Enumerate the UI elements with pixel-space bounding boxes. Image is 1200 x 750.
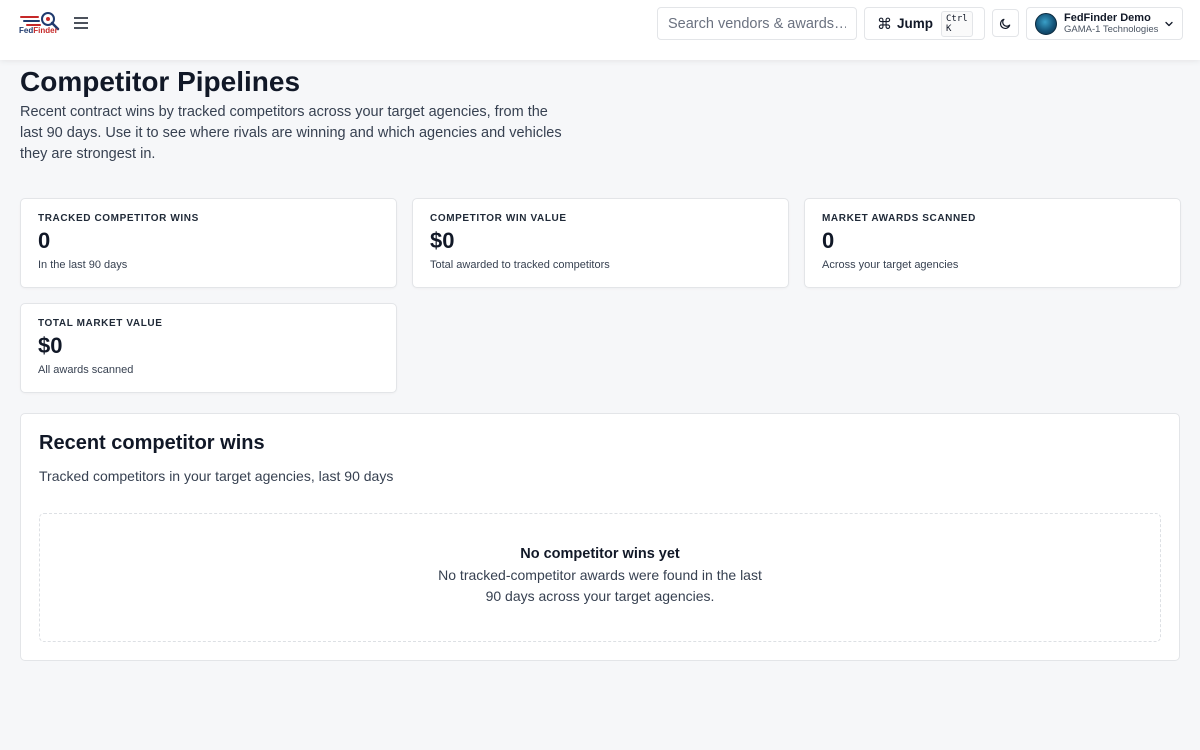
panel-title: Recent competitor wins <box>39 432 265 454</box>
hamburger-menu-icon[interactable] <box>72 13 90 33</box>
globe-avatar-icon <box>1035 12 1057 35</box>
page-title: Competitor Pipelines <box>20 66 301 97</box>
logo-text-main: Fed <box>19 26 34 35</box>
logo-text-accent: Finder <box>33 26 58 35</box>
stat-subtext: In the last 90 days <box>38 259 128 271</box>
jump-shortcut: Ctrl K <box>941 10 973 37</box>
stat-value: $0 <box>38 333 63 358</box>
stat-subtext: All awards scanned <box>38 364 134 376</box>
recent-competitor-wins-panel: Recent competitor wins Tracked competito… <box>20 413 1180 661</box>
stat-value: $0 <box>430 228 455 253</box>
moon-icon <box>1000 18 1011 29</box>
top-bar: FedFinder ⌘ Jump Ctrl K FedFinder Demo G… <box>0 0 1200 60</box>
stat-label: Tracked competitor wins <box>38 213 199 224</box>
stat-card-market-awards-scanned: Market awards scanned 0 Across your targ… <box>804 198 1181 288</box>
stat-card-competitor-win-value: Competitor win value $0 Total awarded to… <box>412 198 789 288</box>
stat-label: Total market value <box>38 318 163 329</box>
jump-label: Jump <box>897 16 934 31</box>
account-text: FedFinder Demo GAMA-1 Technologies <box>1064 11 1159 35</box>
stat-label: Competitor win value <box>430 213 567 224</box>
empty-state: No competitor wins yet No tracked-compet… <box>39 513 1161 642</box>
chevron-down-icon <box>1165 21 1173 27</box>
jump-button[interactable]: ⌘ Jump Ctrl K <box>864 7 985 40</box>
logo-text: FedFinder <box>19 26 58 35</box>
stat-label: Market awards scanned <box>822 213 976 224</box>
search-input[interactable] <box>657 7 857 40</box>
stat-subtext: Across your target agencies <box>822 259 959 271</box>
stat-value: 0 <box>822 228 835 253</box>
stat-value: 0 <box>38 228 51 253</box>
panel-subtitle: Tracked competitors in your target agenc… <box>39 468 394 484</box>
page-description: Recent contract wins by tracked competit… <box>20 104 562 162</box>
account-org: GAMA-1 Technologies <box>1064 23 1159 35</box>
stat-card-total-market-value: Total market value $0 All awards scanned <box>20 303 397 393</box>
empty-state-title: No competitor wins yet <box>520 546 680 562</box>
empty-state-description: No tracked-competitor awards were found … <box>438 567 762 604</box>
account-name: FedFinder Demo <box>1064 11 1151 24</box>
command-icon: ⌘ <box>877 15 892 33</box>
stat-card-competitor-wins: Tracked competitor wins 0 In the last 90… <box>20 198 397 288</box>
account-menu-button[interactable]: FedFinder Demo GAMA-1 Technologies <box>1026 7 1183 40</box>
theme-toggle-button[interactable] <box>992 9 1019 37</box>
stat-subtext: Total awarded to tracked competitors <box>430 259 610 271</box>
